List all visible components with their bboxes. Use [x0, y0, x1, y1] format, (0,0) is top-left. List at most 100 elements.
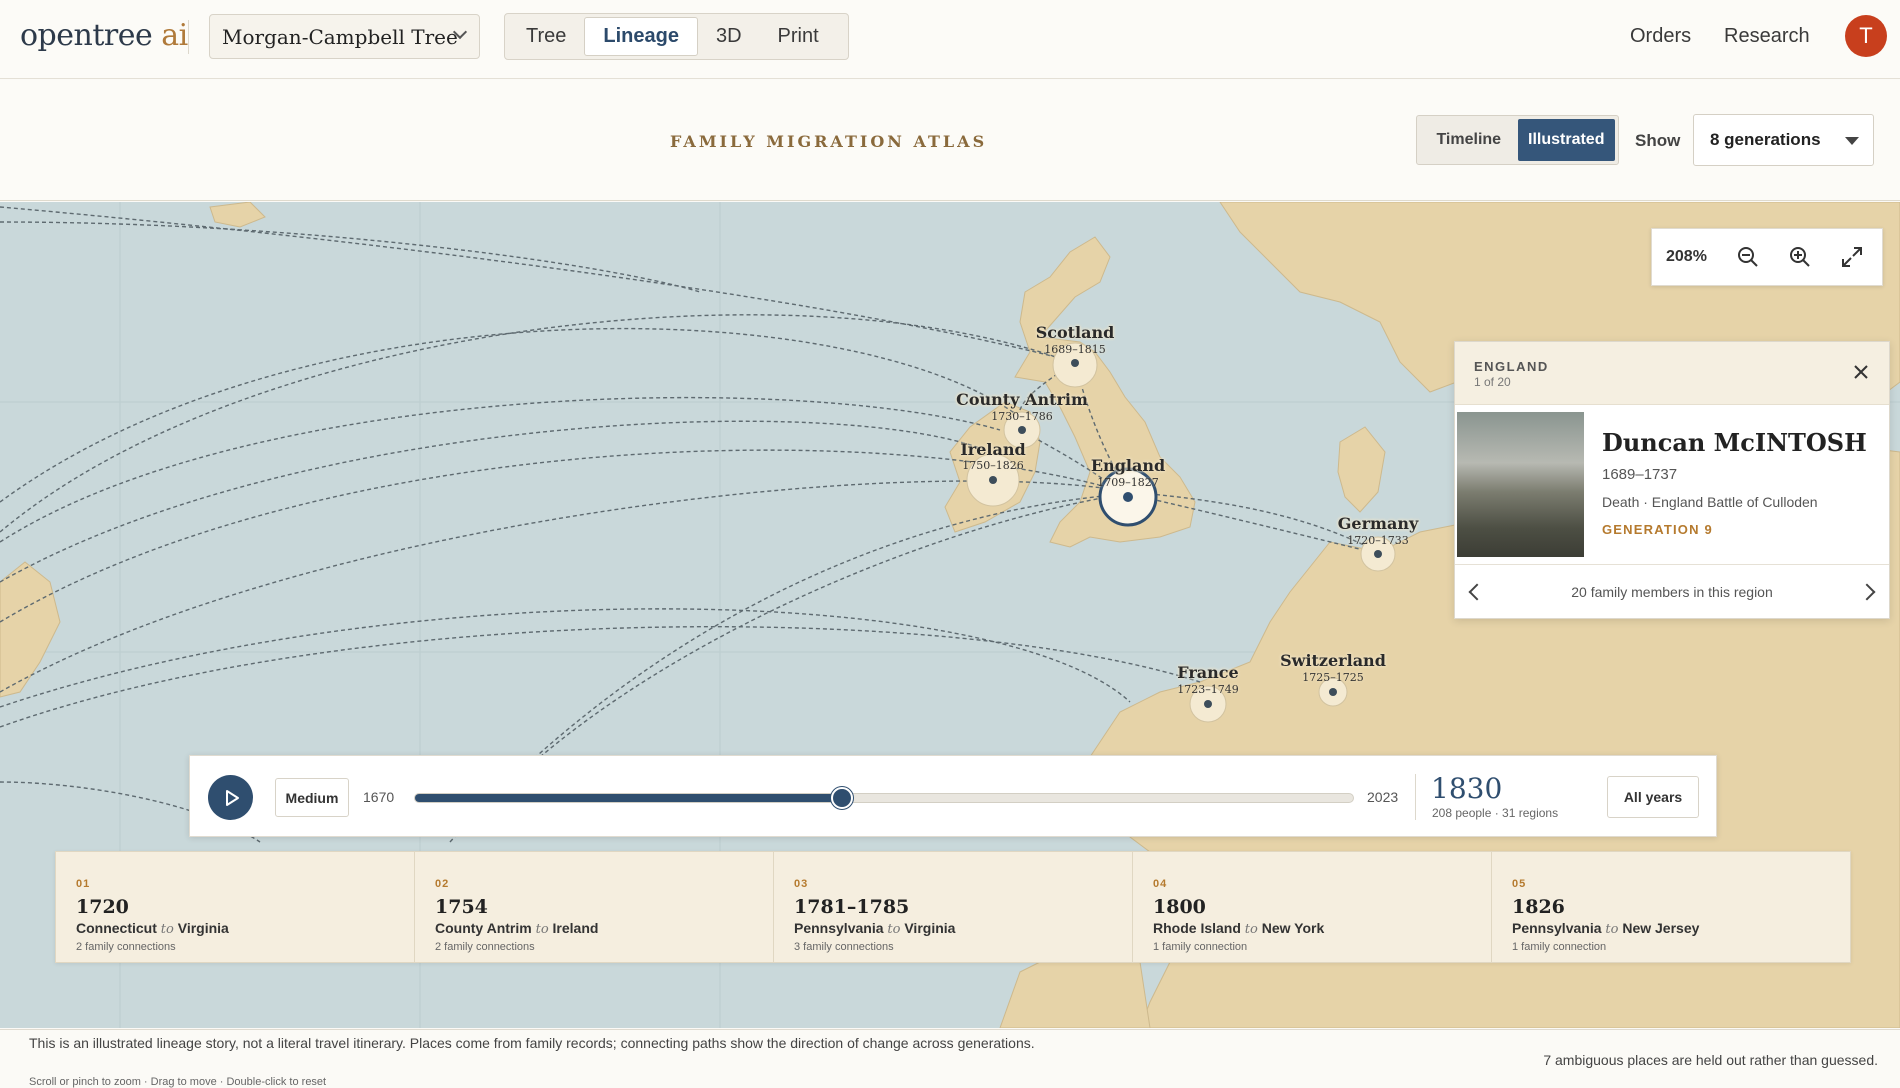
place-label-germany: Germany: [1337, 514, 1419, 533]
user-avatar[interactable]: T: [1845, 15, 1887, 57]
page-footer: This is an illustrated lineage story, no…: [0, 1029, 1900, 1088]
story-connections: 2 family connections: [435, 941, 535, 953]
story-from: Connecticut: [76, 920, 157, 936]
place-range-county-antrim: 1730–1786: [991, 410, 1053, 423]
current-year: 1830: [1431, 772, 1503, 805]
story-from: Pennsylvania: [1512, 920, 1602, 936]
place-label-switzerland: Switzerland: [1280, 651, 1386, 670]
ireland-marker[interactable]: [989, 476, 997, 484]
story-card[interactable]: 02 1754 County Antrim to Ireland 2 famil…: [415, 852, 774, 962]
logo-accent: ai: [161, 18, 188, 53]
current-year-summary: 208 people · 31 regions: [1432, 806, 1559, 820]
place-range-switzerland: 1725–1725: [1302, 671, 1364, 684]
story-to-word: to: [535, 922, 549, 937]
view-tabs: Tree Lineage 3D Print: [504, 13, 849, 60]
story-connections: 3 family connections: [794, 941, 894, 953]
place-label-ireland: Ireland: [960, 440, 1026, 459]
logo-text: opentree: [20, 18, 153, 53]
place-range-scotland: 1689–1815: [1044, 343, 1106, 356]
timeline-slider-handle[interactable]: [830, 787, 853, 809]
story-from: Rhode Island: [1153, 920, 1241, 936]
person-illustration: [1457, 412, 1584, 557]
expand-icon: [1842, 247, 1862, 267]
france-marker[interactable]: [1204, 700, 1212, 708]
zoom-out-button[interactable]: [1722, 237, 1774, 277]
tree-selector-dropdown[interactable]: Morgan-Campbell Tree: [209, 14, 480, 59]
story-to-word: to: [1605, 922, 1619, 937]
place-label-england: England: [1090, 456, 1166, 475]
migration-story-list: 01 1720 Connecticut to Virginia 2 family…: [55, 851, 1851, 963]
region-name: ENGLAND: [1474, 359, 1549, 374]
scotland-marker[interactable]: [1071, 359, 1079, 367]
generations-select-value: 8 generations: [1710, 130, 1821, 149]
landmass-denmark: [1337, 426, 1386, 513]
story-year: 1781–1785: [794, 896, 910, 918]
tab-print[interactable]: Print: [760, 17, 837, 56]
story-card[interactable]: 01 1720 Connecticut to Virginia 2 family…: [56, 852, 415, 962]
show-label: Show: [1635, 131, 1681, 150]
tab-tree[interactable]: Tree: [508, 17, 584, 56]
landmass-iceland: [209, 202, 266, 228]
display-mode-toggle: Timeline Illustrated: [1416, 115, 1619, 165]
story-card[interactable]: 03 1781–1785 Pennsylvania to Virginia 3 …: [774, 852, 1133, 962]
chevron-right-icon[interactable]: [1858, 583, 1876, 600]
germany-marker[interactable]: [1374, 550, 1382, 558]
chevron-left-icon[interactable]: [1468, 583, 1486, 600]
timeline-divider: [1415, 774, 1416, 820]
page-title: FAMILY MIGRATION ATLAS: [670, 132, 988, 151]
story-year: 1800: [1153, 896, 1206, 918]
story-year: 1826: [1512, 896, 1565, 918]
person-name[interactable]: Duncan McINTOSH: [1602, 428, 1867, 457]
playback-speed-button[interactable]: Medium: [275, 778, 349, 817]
mode-timeline-button[interactable]: Timeline: [1420, 119, 1518, 161]
story-route: Pennsylvania to Virginia: [794, 920, 1132, 937]
story-card[interactable]: 05 1826 Pennsylvania to New Jersey 1 fam…: [1492, 852, 1850, 962]
tab-lineage[interactable]: Lineage: [584, 17, 698, 56]
region-card-header: ENGLAND 1 of 20: [1455, 342, 1889, 405]
story-to-word: to: [160, 922, 174, 937]
story-card[interactable]: 04 1800 Rhode Island to New York 1 famil…: [1133, 852, 1492, 962]
all-years-button[interactable]: All years: [1607, 776, 1699, 818]
place-label-county-antrim: County Antrim: [956, 390, 1088, 409]
app-logo[interactable]: opentree ai: [20, 18, 188, 53]
fullscreen-button[interactable]: [1826, 237, 1878, 277]
story-year: 1754: [435, 896, 488, 918]
story-to: Ireland: [552, 920, 599, 936]
mode-illustrated-button[interactable]: Illustrated: [1517, 119, 1615, 161]
close-button[interactable]: [1849, 360, 1873, 384]
zoom-level: 208%: [1666, 248, 1707, 265]
nav-link-research[interactable]: Research: [1724, 25, 1810, 48]
place-label-france: France: [1177, 663, 1239, 682]
zoom-controls: 208%: [1651, 228, 1883, 286]
generations-select[interactable]: 8 generations: [1693, 114, 1874, 166]
story-route: Pennsylvania to New Jersey: [1512, 920, 1850, 937]
place-range-ireland: 1750–1826: [962, 459, 1024, 472]
play-button[interactable]: [208, 775, 253, 820]
landmass-west-coast: [0, 561, 61, 698]
person-event: Death · England Battle of Culloden: [1602, 494, 1818, 510]
switzerland-marker[interactable]: [1329, 688, 1337, 696]
timeline-slider[interactable]: [414, 787, 1354, 809]
zoom-out-icon: [1738, 247, 1758, 267]
ambiguous-places-note: 7 ambiguous places are held out rather t…: [1543, 1052, 1878, 1068]
play-icon: [225, 789, 239, 806]
story-to: Virginia: [904, 920, 956, 936]
story-number: 04: [1153, 878, 1168, 890]
story-to: Virginia: [177, 920, 229, 936]
map-controls-hint: Scroll or pinch to zoom · Drag to move ·…: [29, 1076, 327, 1088]
tab-3d[interactable]: 3D: [698, 17, 760, 56]
story-route: County Antrim to Ireland: [435, 920, 773, 937]
nav-link-orders[interactable]: Orders: [1630, 25, 1691, 48]
tree-selector-label: Morgan-Campbell Tree: [222, 24, 458, 49]
story-number: 01: [76, 878, 91, 890]
region-position: 1 of 20: [1474, 375, 1511, 389]
region-detail-card: ENGLAND 1 of 20 Duncan McINTOSH 1689–173…: [1454, 341, 1890, 619]
story-to-word: to: [1244, 922, 1258, 937]
zoom-in-button[interactable]: [1774, 237, 1826, 277]
timeline-start-year: 1670: [363, 789, 395, 805]
region-card-footer: 20 family members in this region: [1455, 564, 1889, 618]
region-member-count: 20 family members in this region: [1571, 583, 1773, 600]
county-antrim-marker[interactable]: [1018, 426, 1026, 434]
england-marker[interactable]: [1123, 492, 1133, 502]
timeline-end-year: 2023: [1367, 789, 1399, 805]
